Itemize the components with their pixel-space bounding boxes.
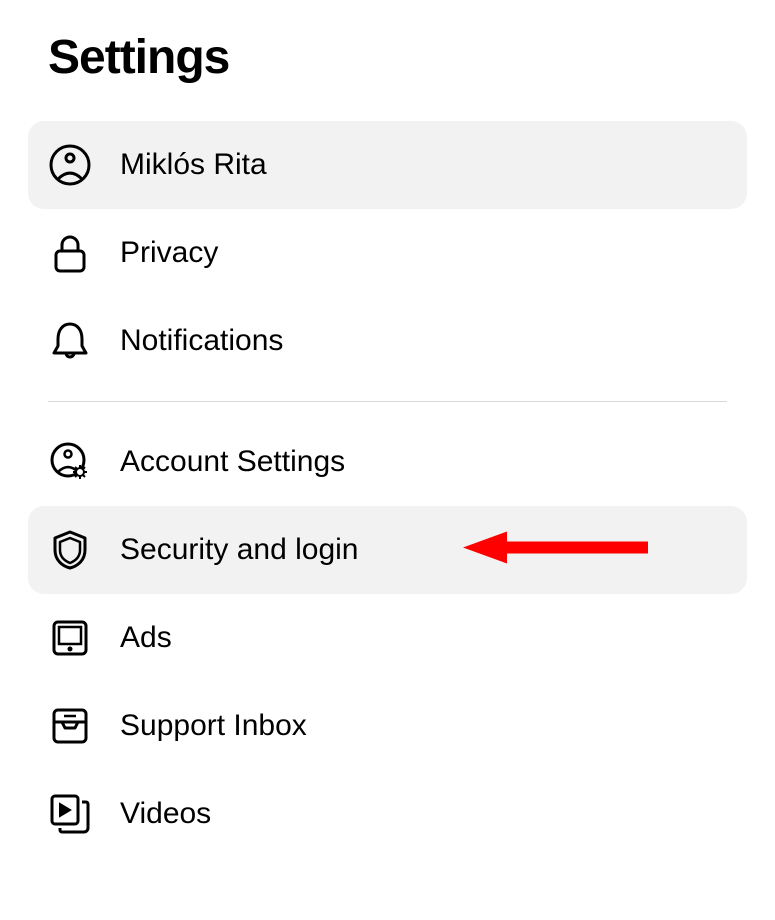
tablet-icon bbox=[48, 616, 92, 660]
inbox-icon bbox=[48, 704, 92, 748]
shield-icon bbox=[48, 528, 92, 572]
menu-item-label: Notifications bbox=[120, 324, 283, 358]
menu-item-ads[interactable]: Ads bbox=[28, 594, 747, 682]
menu-item-label: Ads bbox=[120, 621, 172, 655]
menu-item-label: Videos bbox=[120, 797, 211, 831]
settings-menu: Miklós Rita Privacy Notifications bbox=[28, 121, 747, 858]
page-title: Settings bbox=[28, 30, 747, 85]
menu-item-privacy[interactable]: Privacy bbox=[28, 209, 747, 297]
arrow-annotation-icon bbox=[463, 528, 653, 573]
menu-divider bbox=[48, 401, 727, 402]
menu-item-label: Privacy bbox=[120, 236, 218, 270]
menu-item-support-inbox[interactable]: Support Inbox bbox=[28, 682, 747, 770]
menu-item-notifications[interactable]: Notifications bbox=[28, 297, 747, 385]
user-circle-icon bbox=[48, 143, 92, 187]
lock-icon bbox=[48, 231, 92, 275]
menu-item-security-login[interactable]: Security and login bbox=[28, 506, 747, 594]
menu-item-label: Security and login bbox=[120, 533, 358, 567]
menu-item-videos[interactable]: Videos bbox=[28, 770, 747, 858]
bell-icon bbox=[48, 319, 92, 363]
menu-item-label: Miklós Rita bbox=[120, 148, 267, 182]
user-gear-icon bbox=[48, 440, 92, 484]
menu-item-profile[interactable]: Miklós Rita bbox=[28, 121, 747, 209]
menu-item-label: Account Settings bbox=[120, 445, 345, 479]
menu-item-account-settings[interactable]: Account Settings bbox=[28, 418, 747, 506]
menu-item-label: Support Inbox bbox=[120, 709, 307, 743]
video-stack-icon bbox=[48, 792, 92, 836]
